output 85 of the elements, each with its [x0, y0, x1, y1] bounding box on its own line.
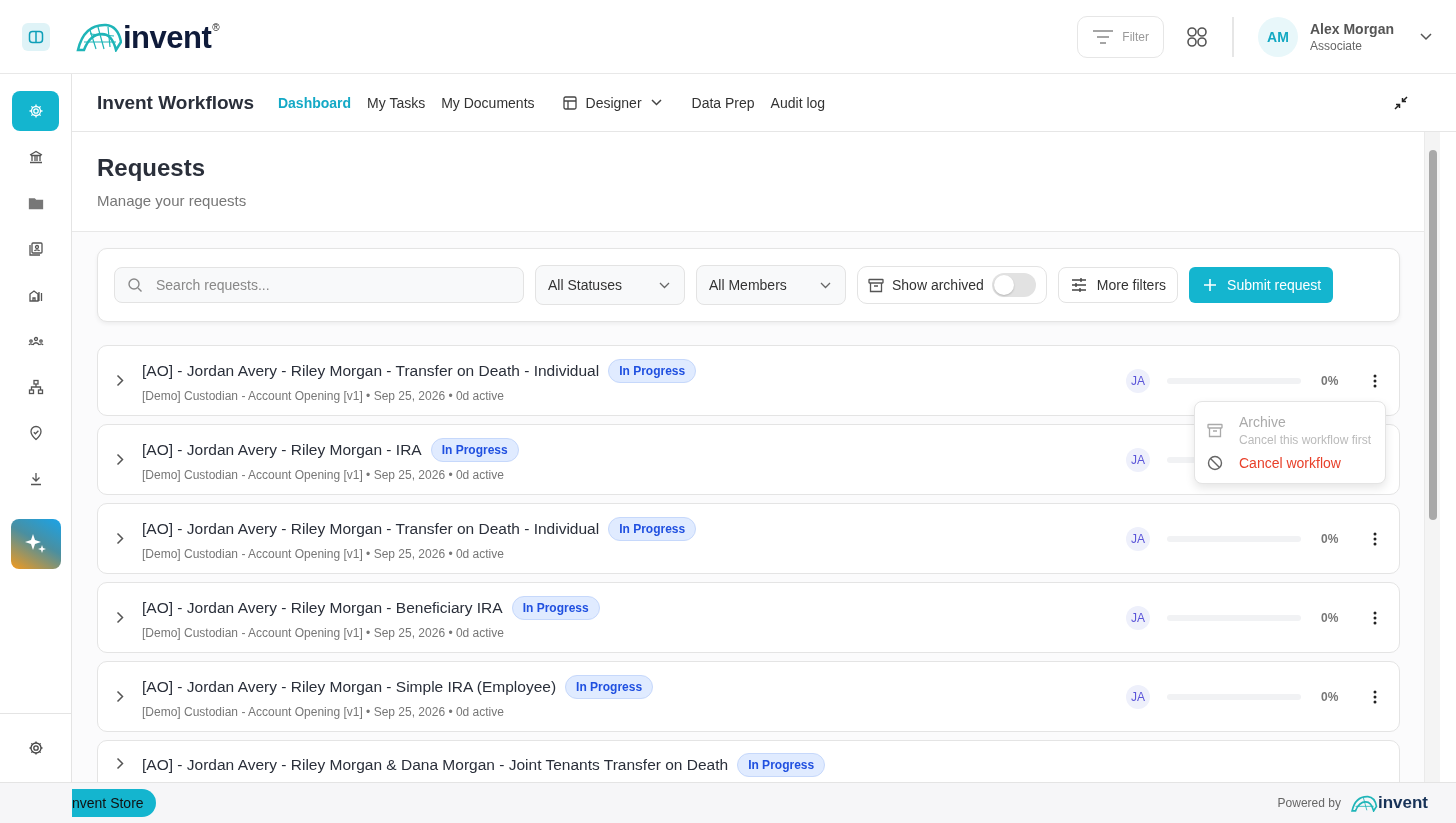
chevron-down-icon — [820, 281, 831, 289]
chevron-down-icon — [650, 99, 662, 106]
settings-icon[interactable] — [27, 740, 44, 756]
sliders-icon — [1070, 278, 1087, 292]
request-meta: [Demo] Custodian - Account Opening [v1] • Sep 25, 2026 • 0d active — [142, 388, 505, 403]
show-archived-label: Show archived — [892, 277, 984, 293]
user-name: Alex Morgan — [1310, 20, 1394, 37]
chevron-right-icon[interactable] — [116, 611, 124, 624]
status-badge: In Progress — [608, 358, 697, 383]
progress-percent: 0% — [1321, 373, 1340, 388]
request-row[interactable]: [AO] - Jordan Avery - Riley Morgan - Beneficiary IRA In Progress [Demo] Custodian - Account Opening [v1] • Sep 25, 2026 • 0d active JA 0% — [97, 582, 1400, 653]
search-field[interactable]: Search requests... — [114, 267, 524, 303]
request-title: [AO] - Jordan Avery - Riley Morgan & Dana Morgan - Joint Tenants Transfer on Death — [142, 756, 729, 774]
page-title: Requests — [97, 154, 207, 182]
progress-percent: 0% — [1321, 610, 1340, 625]
chevron-right-icon[interactable] — [116, 532, 124, 545]
chevron-right-icon[interactable] — [116, 690, 124, 703]
more-vertical-icon[interactable] — [1373, 610, 1377, 625]
filter-lines-icon — [1092, 29, 1115, 44]
more-vertical-icon[interactable] — [1373, 689, 1377, 704]
request-row[interactable]: [AO] - Jordan Avery - Riley Morgan - Transfer on Death - Individual In Progress [Demo] Custodian - Account Opening [v1] • Sep 25, 2026 • 0d active JA 0% — [97, 503, 1400, 574]
hierarchy-icon — [27, 379, 44, 395]
powered-by-label: Powered by — [1277, 796, 1341, 810]
collapse-icon[interactable] — [1394, 95, 1408, 110]
request-meta: [Demo] Custodian - Account Opening [v1] • Sep 25, 2026 • 0d active — [142, 467, 505, 482]
assignee-avatar: JA — [1126, 368, 1150, 393]
plus-icon — [1203, 278, 1218, 292]
request-meta: [Demo] Custodian - Account Opening [v1] • Sep 25, 2026 • 0d active — [142, 625, 505, 640]
assignee-avatar: JA — [1126, 526, 1150, 551]
progress-percent: 0% — [1321, 689, 1340, 704]
more-vertical-icon[interactable] — [1373, 531, 1377, 546]
request-title: [AO] - Jordan Avery - Riley Morgan - Transfer on Death - Individual — [142, 361, 600, 380]
more-vertical-icon[interactable] — [1373, 373, 1377, 388]
app-title: Invent Workflows — [97, 91, 254, 114]
chevron-right-icon[interactable] — [116, 453, 124, 466]
bank-icon — [27, 149, 44, 165]
request-title: [AO] - Jordan Avery - Riley Morgan - Simple IRA (Employee) — [142, 677, 557, 696]
layout-icon — [562, 95, 577, 110]
assignee-avatar: JA — [1126, 605, 1150, 630]
prohibited-icon — [1207, 455, 1223, 471]
nav-link[interactable]: Audit log — [770, 94, 826, 111]
invent-logo: invent$^{®}$ — [76, 21, 220, 52]
sidebar-toggle-button[interactable] — [22, 22, 50, 51]
request-row[interactable]: [AO] - Jordan Avery - Riley Morgan & Dana Morgan - Joint Tenants Transfer on Death In Progress — [97, 740, 1400, 782]
request-title: [AO] - Jordan Avery - Riley Morgan - IRA — [142, 440, 422, 459]
status-select[interactable]: All Statuses — [535, 265, 685, 305]
request-meta: [Demo] Custodian - Account Opening [v1] • Sep 25, 2026 • 0d active — [142, 704, 505, 719]
scrollbar[interactable] — [1424, 132, 1440, 782]
chevron-down-icon[interactable] — [1420, 32, 1432, 41]
gear-icon — [27, 103, 44, 119]
status-badge: In Progress — [737, 753, 826, 777]
page-subtitle: Manage your requests — [97, 192, 248, 209]
folder-icon — [27, 195, 44, 211]
chevron-right-icon[interactable] — [116, 374, 124, 387]
show-archived-toggle[interactable] — [991, 273, 1036, 297]
request-title: [AO] - Jordan Avery - Riley Morgan - Beneficiary IRA — [142, 598, 503, 617]
chevron-down-icon — [659, 281, 670, 289]
request-title: [AO] - Jordan Avery - Riley Morgan - Transfer on Death - Individual — [142, 519, 600, 538]
nav-link[interactable]: Data Prep — [691, 94, 755, 111]
status-badge: In Progress — [608, 516, 697, 541]
status-badge: In Progress — [565, 674, 654, 699]
shield-check-icon — [27, 425, 44, 441]
apps-grid-icon[interactable] — [1186, 25, 1208, 48]
chevron-right-icon[interactable] — [116, 757, 124, 770]
designer-dropdown[interactable]: Designer — [562, 94, 662, 111]
more-filters-button[interactable]: More filters — [1057, 267, 1179, 303]
member-select[interactable]: All Members — [696, 265, 846, 305]
status-badge: In Progress — [430, 437, 519, 462]
nav-link[interactable]: My Documents — [441, 94, 535, 111]
assignee-avatar: JA — [1126, 447, 1150, 472]
assignee-avatar: JA — [1126, 684, 1150, 709]
progress-percent: 0% — [1321, 531, 1340, 546]
user-role: Associate — [1310, 38, 1363, 53]
invent-logo: invent — [1349, 793, 1428, 813]
request-row[interactable]: [AO] - Jordan Avery - Riley Morgan - Simple IRA (Employee) In Progress [Demo] Custodian - Account Opening [v1] • Sep 25, 2026 • 0d active JA 0% — [97, 661, 1400, 732]
panel-icon — [28, 28, 44, 45]
archive-box-icon — [868, 277, 884, 293]
request-meta: [Demo] Custodian - Account Opening [v1] • Sep 25, 2026 • 0d active — [142, 546, 505, 561]
contact-card-icon — [27, 241, 44, 257]
status-badge: In Progress — [511, 595, 600, 620]
nav-link[interactable]: My Tasks — [367, 94, 426, 111]
archive-box-icon — [1207, 423, 1223, 438]
menu-item[interactable]: Cancel workflow — [1195, 451, 1385, 475]
ai-assistant-button[interactable] — [10, 519, 61, 569]
store-button[interactable]: nvent Store — [72, 789, 156, 817]
